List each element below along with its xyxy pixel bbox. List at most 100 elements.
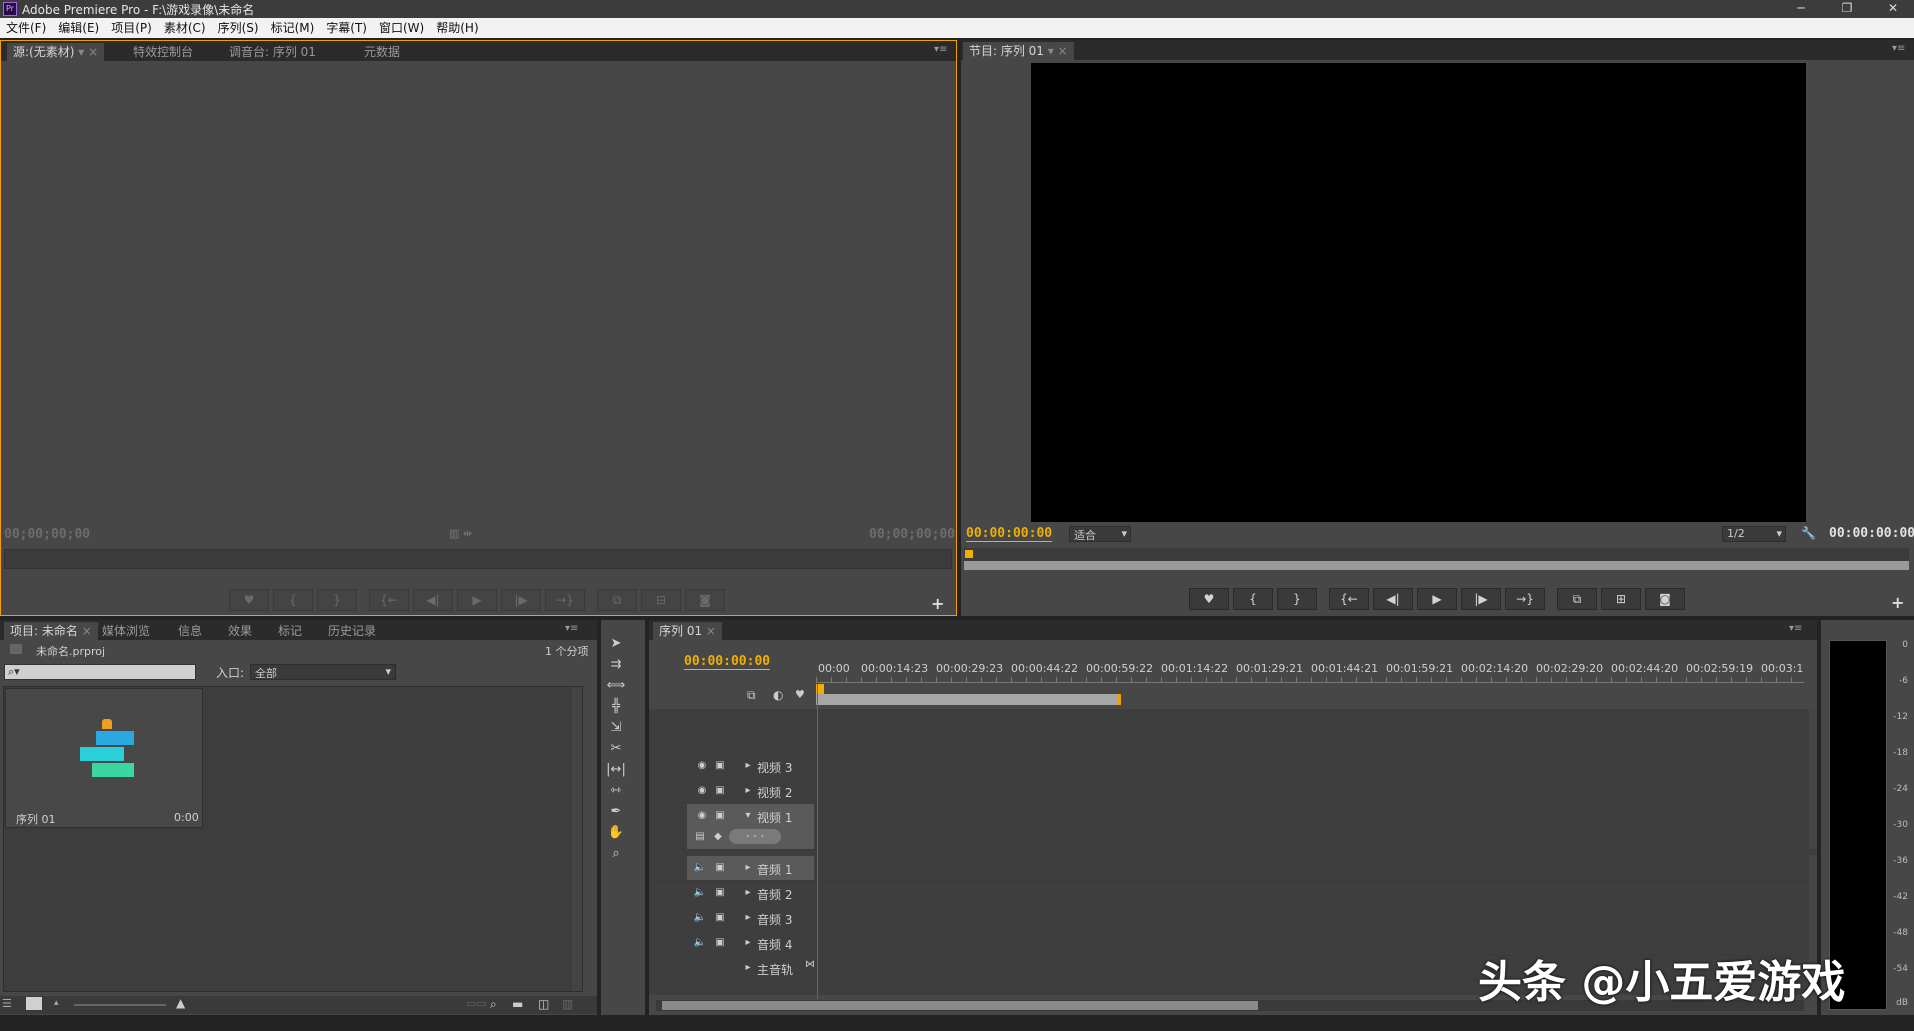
- program-timebar[interactable]: [964, 548, 1909, 570]
- tab-metadata[interactable]: 元数据: [358, 43, 406, 61]
- mark-in-button[interactable]: {: [1233, 588, 1273, 610]
- menu-help[interactable]: 帮助(H): [430, 18, 484, 38]
- video-track-3[interactable]: ◉ ▣ ▸ 视频 3: [649, 754, 1817, 779]
- zoom-in-icon[interactable]: ▲: [176, 996, 185, 1010]
- expand-arrow-icon[interactable]: ▸: [741, 936, 755, 950]
- work-area-end-handle[interactable]: [1117, 694, 1121, 705]
- close-icon[interactable]: ×: [82, 624, 92, 638]
- close-icon[interactable]: ×: [1058, 44, 1068, 58]
- scrollbar-thumb[interactable]: [662, 1001, 1258, 1010]
- panel-menu-icon[interactable]: ▾≡: [1892, 42, 1908, 56]
- pen-tool-icon[interactable]: ✒: [605, 802, 627, 822]
- tab-program[interactable]: 节目: 序列 01 ▾ ×: [963, 42, 1074, 60]
- expand-arrow-icon[interactable]: ▸: [741, 886, 755, 900]
- keyframe-navigator[interactable]: • • •: [729, 829, 781, 844]
- slip-tool-icon[interactable]: |↔|: [605, 760, 627, 780]
- tab-info[interactable]: 信息: [172, 622, 208, 640]
- source-timebar[interactable]: [4, 549, 952, 569]
- sync-lock-icon[interactable]: ▣: [713, 759, 727, 773]
- sync-lock-icon[interactable]: ▣: [713, 861, 727, 875]
- sync-lock-icon[interactable]: ▣: [713, 936, 727, 950]
- tab-effect-controls[interactable]: 特效控制台: [127, 43, 199, 61]
- menu-project[interactable]: 项目(P): [105, 18, 158, 38]
- rolling-edit-tool-icon[interactable]: ╬: [605, 697, 627, 717]
- speaker-icon[interactable]: 🔈: [693, 886, 707, 900]
- step-back-button[interactable]: ◀|: [413, 589, 453, 611]
- menu-sequence[interactable]: 序列(S): [212, 18, 265, 38]
- step-forward-button[interactable]: |▶: [1461, 588, 1501, 610]
- trash-icon[interactable]: ▥: [562, 997, 573, 1011]
- sequence-marker-icon[interactable]: ♥: [795, 688, 805, 701]
- eye-icon[interactable]: ◉: [695, 759, 709, 773]
- selection-tool-icon[interactable]: ➤: [605, 634, 627, 654]
- zoom-scrollbar[interactable]: [964, 561, 1909, 570]
- speaker-icon[interactable]: 🔈: [693, 936, 707, 950]
- step-forward-button[interactable]: |▶: [501, 589, 541, 611]
- mark-in-button[interactable]: {: [273, 589, 313, 611]
- time-ruler[interactable]: 00:00 00:00:14:23 00:00:29:23 00:00:44:2…: [816, 662, 1804, 676]
- tab-project[interactable]: 项目: 未命名 ×: [4, 622, 98, 640]
- audio-track-1[interactable]: 🔈 ▣ ▸ 音频 1: [649, 856, 1817, 881]
- play-button[interactable]: ▶: [1417, 588, 1457, 610]
- audio-track-3[interactable]: 🔈 ▣ ▸ 音频 3: [649, 906, 1817, 931]
- resolution-dropdown[interactable]: 1/2 ▾: [1722, 526, 1786, 542]
- eye-icon[interactable]: ◉: [695, 784, 709, 798]
- tab-sequence[interactable]: 序列 01 ×: [653, 622, 722, 640]
- set-marker-icon[interactable]: ◐: [773, 688, 783, 702]
- tab-audio-mixer[interactable]: 调音台: 序列 01: [223, 43, 322, 61]
- zoom-out-icon[interactable]: ▴: [54, 998, 59, 1008]
- slide-tool-icon[interactable]: ⇿: [605, 781, 627, 801]
- tab-effects[interactable]: 效果: [222, 622, 258, 640]
- fit-dropdown[interactable]: 适合 ▾: [1069, 526, 1131, 542]
- output-icon[interactable]: ⋈: [803, 958, 817, 972]
- expand-arrow-icon[interactable]: ▸: [741, 961, 755, 975]
- source-fit-icon[interactable]: ▥ ⇹: [449, 527, 472, 540]
- timeline-timecode[interactable]: 00:00:00:00: [684, 654, 771, 670]
- panel-menu-icon[interactable]: ▾≡: [565, 622, 581, 636]
- menu-clip[interactable]: 素材(C): [158, 18, 212, 38]
- automate-icon[interactable]: ▭▭: [466, 997, 487, 1010]
- sync-lock-icon[interactable]: ▣: [713, 911, 727, 925]
- menu-edit[interactable]: 编辑(E): [52, 18, 105, 38]
- go-to-out-button[interactable]: →}: [545, 589, 585, 611]
- expand-arrow-icon[interactable]: ▸: [741, 861, 755, 875]
- tab-history[interactable]: 历史记录: [322, 622, 382, 640]
- work-area-bar[interactable]: [816, 694, 1119, 705]
- menu-window[interactable]: 窗口(W): [373, 18, 430, 38]
- video-track-1[interactable]: ◉ ▣ ▾ 视频 1 ▤ ◆ • • •: [649, 804, 1817, 850]
- play-button[interactable]: ▶: [457, 589, 497, 611]
- panel-menu-icon[interactable]: ▾≡: [1789, 622, 1805, 636]
- playhead-marker[interactable]: [965, 550, 973, 558]
- expand-arrow-icon[interactable]: ▸: [741, 759, 755, 773]
- mark-out-button[interactable]: }: [1277, 588, 1317, 610]
- rate-stretch-tool-icon[interactable]: ⇲: [605, 718, 627, 738]
- expand-arrow-icon[interactable]: ▸: [741, 784, 755, 798]
- tab-media-browser[interactable]: 媒体浏览: [96, 622, 156, 640]
- insert-button[interactable]: ⧉: [597, 589, 637, 611]
- maximize-button[interactable]: ❐: [1830, 0, 1864, 18]
- wrench-icon[interactable]: 🔧: [1801, 526, 1816, 540]
- add-marker-button[interactable]: ♥: [1189, 588, 1229, 610]
- close-icon[interactable]: ×: [706, 624, 716, 638]
- go-to-in-button[interactable]: {←: [1329, 588, 1369, 610]
- speaker-icon[interactable]: 🔈: [693, 861, 707, 875]
- export-frame-button[interactable]: ◙: [685, 589, 725, 611]
- snap-icon[interactable]: ⧉: [747, 688, 756, 703]
- close-button[interactable]: ✕: [1876, 0, 1910, 18]
- overwrite-button[interactable]: ⊟: [641, 589, 681, 611]
- close-icon[interactable]: ×: [88, 45, 98, 59]
- sync-lock-icon[interactable]: ▣: [713, 784, 727, 798]
- keyframe-icon[interactable]: ◆: [711, 830, 725, 844]
- menu-title[interactable]: 字幕(T): [320, 18, 373, 38]
- go-to-in-button[interactable]: {←: [369, 589, 409, 611]
- add-button-icon[interactable]: +: [931, 594, 944, 613]
- find-icon[interactable]: ⌕: [490, 997, 497, 1012]
- hand-tool-icon[interactable]: ✋: [605, 823, 627, 843]
- list-view-icon[interactable]: ☰: [2, 997, 12, 1010]
- new-item-icon[interactable]: ◫: [538, 997, 549, 1011]
- export-frame-button[interactable]: ◙: [1645, 588, 1685, 610]
- menu-marker[interactable]: 标记(M): [265, 18, 321, 38]
- new-bin-icon[interactable]: ▬: [512, 997, 523, 1011]
- extract-button[interactable]: ⊞: [1601, 588, 1641, 610]
- in-point-dropdown[interactable]: 全部 ▾: [250, 664, 396, 680]
